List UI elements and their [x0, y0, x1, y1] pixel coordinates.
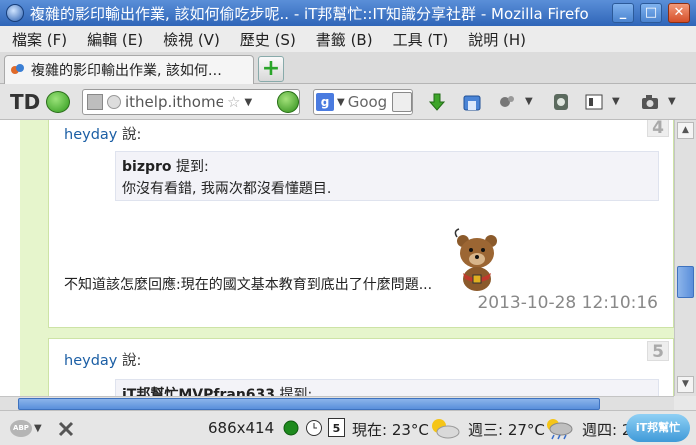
comment-author[interactable]: heyday [64, 353, 117, 369]
reload-icon[interactable] [277, 91, 299, 113]
tab-current[interactable]: 複雜的影印輸出作業, 該如何… [4, 55, 254, 84]
quote-author: iT邦幫忙MVPfran633 [122, 387, 276, 396]
quote-author: bizpro [122, 159, 172, 175]
page-icon [87, 94, 103, 110]
ithelp-logo: iT邦幫忙 [626, 414, 690, 442]
url-text: ithelp.ithome. [125, 93, 223, 111]
comment-author-line: heyday 說: [64, 123, 141, 144]
window-titlebar: 複雜的影印輸出作業, 該如何偷吃步呢.. - iT邦幫忙::IT知識分享社群 -… [0, 0, 696, 26]
globe-icon [107, 95, 121, 109]
weather-wednesday[interactable]: 週三: 27°C [468, 419, 545, 440]
tools-icon[interactable] [56, 419, 76, 439]
maximize-button[interactable]: □ [640, 3, 662, 23]
comment-card: 5 heyday 說: iT邦幫忙MVPfran633 提到: [48, 338, 674, 396]
addon-icon[interactable] [497, 92, 517, 112]
quote-block: iT邦幫忙MVPfran633 提到: [115, 379, 659, 396]
comment-card: 4 heyday 說: bizpro 提到: 你沒有看錯, 我兩次都沒看懂題目.… [48, 120, 674, 328]
resolution-text: 686x414 [208, 419, 275, 437]
quote-block: bizpro 提到: 你沒有看錯, 我兩次都沒看懂題目. [115, 151, 659, 201]
comment-body: 不知道該怎麼回應:現在的國文基本教育到底出了什麼問題... [64, 277, 433, 293]
menu-file[interactable]: 檔案 (F) [12, 29, 67, 50]
url-bar[interactable]: ithelp.ithome. ☆ ▼ [82, 89, 300, 115]
search-input[interactable]: Goog [348, 93, 388, 111]
reader-dropdown-icon[interactable]: ▼ [612, 96, 632, 116]
screenshot-dropdown-icon[interactable]: ▼ [668, 96, 688, 116]
rain-cloud-icon [547, 419, 573, 440]
comment-author[interactable]: heyday [64, 127, 117, 143]
weather-now[interactable]: 現在: 23°C [352, 419, 429, 440]
menu-bar: 檔案 (F) 編輯 (E) 檢視 (V) 歷史 (S) 書籤 (B) 工具 (T… [0, 26, 696, 52]
search-icon[interactable] [392, 92, 412, 112]
comment-said: 說: [117, 353, 142, 369]
scroll-down-icon[interactable]: ▼ [677, 376, 694, 393]
adblock-dropdown-icon[interactable]: ▼ [34, 423, 42, 434]
menu-tools[interactable]: 工具 (T) [393, 29, 449, 50]
menu-bookmarks[interactable]: 書籤 (B) [316, 29, 373, 50]
adblock-icon[interactable]: ABP [10, 420, 32, 437]
page-content: 4 heyday 說: bizpro 提到: 你沒有看錯, 我兩次都沒看懂題目.… [0, 120, 674, 396]
bear-mascot-image [454, 228, 497, 291]
comment-date: 2013-10-28 12:10:16 [477, 293, 658, 313]
addon-dropdown-icon[interactable]: ▼ [525, 96, 545, 116]
firefox-icon [6, 4, 24, 22]
navigation-toolbar: TD ithelp.ithome. ☆ ▼ g ▼ Goog ▼ ▼ ▼ [0, 84, 696, 120]
comment-said: 說: [117, 127, 142, 143]
menu-edit[interactable]: 編輯 (E) [87, 29, 143, 50]
evernote-icon[interactable] [551, 92, 571, 112]
screenshot-icon[interactable] [640, 92, 660, 112]
vertical-scrollbar[interactable]: ▲ ▼ [674, 120, 696, 396]
status-bar: ABP ▼ 686x414 5 現在: 23°C 週三: 27°C 週四: 2 … [0, 410, 696, 445]
weather-thursday[interactable]: 週四: 2 [582, 419, 631, 440]
calendar-icon[interactable]: 5 [328, 418, 345, 437]
scroll-thumb[interactable] [677, 266, 694, 298]
close-button[interactable]: ✕ [668, 3, 690, 23]
download-icon[interactable] [427, 92, 447, 112]
new-tab-button[interactable]: + [258, 56, 284, 82]
td-button[interactable]: TD [10, 90, 40, 114]
quote-text: 你沒有看錯, 我兩次都沒看懂題目. [122, 181, 332, 197]
quote-said: 提到: [275, 387, 313, 396]
window-title: 複雜的影印輸出作業, 該如何偷吃步呢.. - iT邦幫忙::IT知識分享社群 -… [30, 4, 589, 23]
tab-label: 複雜的影印輸出作業, 該如何… [31, 63, 222, 79]
comment-number: 4 [647, 120, 669, 138]
menu-history[interactable]: 歷史 (S) [240, 29, 296, 50]
search-engine-dropdown-icon[interactable]: ▼ [337, 97, 345, 108]
comment-author-line: heyday 說: [64, 349, 141, 370]
partly-cloudy-icon [432, 419, 460, 439]
url-dropdown-icon[interactable]: ▼ [244, 97, 252, 108]
horizontal-scrollbar[interactable] [0, 396, 674, 410]
search-bar[interactable]: g ▼ Goog [313, 89, 413, 115]
menu-help[interactable]: 說明 (H) [468, 29, 526, 50]
tab-bar: 複雜的影印輸出作業, 該如何… + [0, 52, 696, 84]
quote-said: 提到: [171, 159, 209, 175]
comment-number: 5 [647, 341, 669, 362]
clock-icon[interactable] [305, 419, 323, 437]
google-icon[interactable]: g [316, 93, 334, 111]
menu-view[interactable]: 檢視 (V) [163, 29, 220, 50]
green-status-icon[interactable] [282, 419, 300, 437]
reader-icon[interactable] [584, 92, 604, 112]
favicon-icon [11, 64, 25, 76]
home-icon[interactable] [462, 92, 482, 112]
minimize-button[interactable]: _ [612, 3, 634, 23]
scroll-up-icon[interactable]: ▲ [677, 122, 694, 139]
bookmark-star-icon[interactable]: ☆ [227, 93, 240, 111]
horizontal-scroll-thumb[interactable] [18, 398, 600, 410]
back-button[interactable] [46, 91, 70, 113]
